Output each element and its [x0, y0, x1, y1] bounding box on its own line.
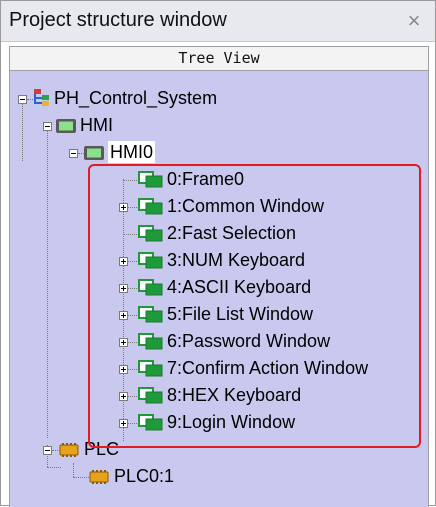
window-screen-icon [138, 279, 163, 296]
tree-item-plc0[interactable]: PLC0:1 [10, 463, 428, 490]
tree-view-header[interactable]: Tree View [9, 46, 429, 71]
collapse-toggle[interactable] [18, 95, 27, 104]
tree-connector [73, 477, 89, 478]
project-structure-window: Project structure window × Tree View PH_… [0, 0, 436, 507]
tree-item-hmi0[interactable]: HMI0 [10, 139, 428, 166]
tree-item-window-2[interactable]: 2:Fast Selection [10, 220, 428, 247]
plc-chip-icon [59, 443, 79, 457]
expand-toggle[interactable] [119, 419, 128, 428]
title-bar: Project structure window × [1, 1, 435, 42]
expand-toggle[interactable] [119, 392, 128, 401]
window-title: Project structure window [9, 9, 227, 31]
close-icon: × [407, 8, 421, 33]
hmi-device-icon [56, 119, 76, 133]
expand-toggle[interactable] [119, 257, 128, 266]
tree-item-label: 9:Login Window [167, 412, 296, 432]
window-screen-icon [138, 171, 163, 188]
collapse-toggle[interactable] [43, 122, 52, 131]
tree-item-label: 7:Confirm Action Window [167, 358, 369, 378]
collapse-toggle[interactable] [69, 149, 78, 158]
window-screen-icon [138, 225, 163, 242]
tree-item-label: 3:NUM Keyboard [167, 250, 306, 270]
tree-item-window-7[interactable]: 7:Confirm Action Window [10, 355, 428, 382]
tree-panel[interactable]: PH_Control_System HMI HMI0 0:Frame0 1:Co… [9, 71, 429, 507]
tree-item-label: 4:ASCII Keyboard [167, 277, 312, 297]
window-screen-icon [138, 306, 163, 323]
tree-view-header-label: Tree View [178, 49, 260, 67]
expand-toggle[interactable] [119, 203, 128, 212]
window-screen-icon [138, 198, 163, 215]
close-button[interactable]: × [401, 8, 427, 34]
tree-item-label: 8:HEX Keyboard [167, 385, 302, 405]
tree-item-label: 2:Fast Selection [167, 223, 297, 243]
collapse-toggle[interactable] [43, 446, 52, 455]
tree-item-window-6[interactable]: 6:Password Window [10, 328, 428, 355]
window-screen-icon [138, 360, 163, 377]
tree-connector [123, 180, 139, 181]
tree-item-label: 1:Common Window [167, 196, 325, 216]
tree-item-window-8[interactable]: 8:HEX Keyboard [10, 382, 428, 409]
window-screen-icon [138, 252, 163, 269]
tree-item-window-0[interactable]: 0:Frame0 [10, 166, 428, 193]
window-screen-icon [138, 414, 163, 431]
window-screen-icon [138, 333, 163, 350]
tree-item-label: 5:File List Window [167, 304, 314, 324]
tree-item-ph-control-system[interactable]: PH_Control_System [10, 85, 428, 112]
expand-toggle[interactable] [119, 365, 128, 374]
plc-chip-icon [89, 470, 109, 484]
hmi-device-icon [84, 146, 104, 160]
tree-item-window-5[interactable]: 5:File List Window [10, 301, 428, 328]
project-tree-icon [34, 89, 49, 106]
tree-item-label: PLC [84, 439, 120, 459]
tree-item-label: PH_Control_System [54, 88, 218, 108]
tree-item-label: 6:Password Window [167, 331, 331, 351]
expand-toggle[interactable] [119, 311, 128, 320]
tree-item-label: 0:Frame0 [167, 169, 245, 189]
tree-item-label: HMI0 [108, 141, 156, 163]
tree-item-hmi[interactable]: HMI [10, 112, 428, 139]
tree-item-window-3[interactable]: 3:NUM Keyboard [10, 247, 428, 274]
tree-connector [123, 234, 139, 235]
tree-item-label: HMI [80, 115, 113, 135]
tree-connector [73, 463, 74, 477]
window-screen-icon [138, 387, 163, 404]
tree-item-plc[interactable]: PLC [10, 436, 428, 463]
expand-toggle[interactable] [119, 284, 128, 293]
tree-item-window-9[interactable]: 9:Login Window [10, 409, 428, 436]
expand-toggle[interactable] [119, 338, 128, 347]
tree-item-label: PLC0:1 [114, 466, 175, 486]
tree-item-window-4[interactable]: 4:ASCII Keyboard [10, 274, 428, 301]
tree-item-window-1[interactable]: 1:Common Window [10, 193, 428, 220]
